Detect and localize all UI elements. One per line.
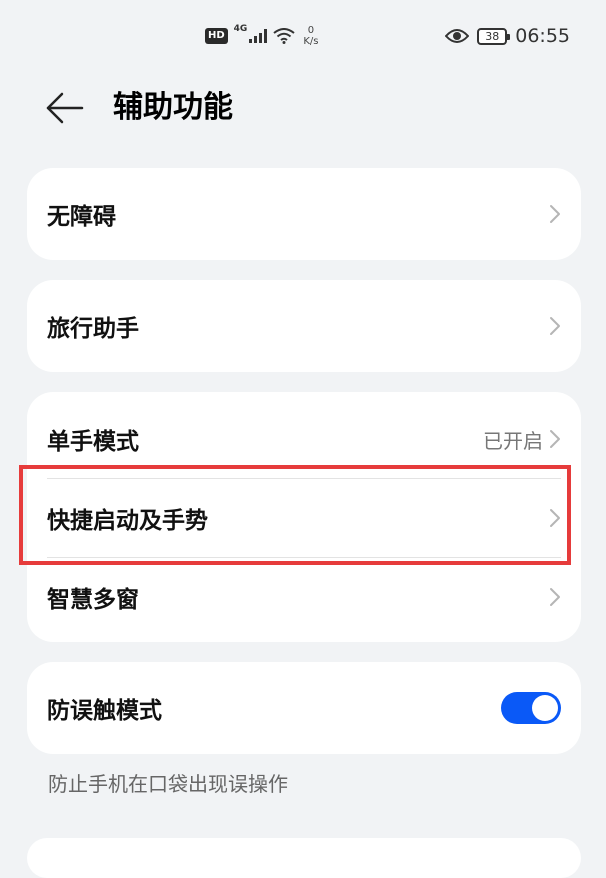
battery-icon: 38: [477, 27, 511, 45]
eye-icon: [445, 29, 470, 43]
chevron-right-icon: [550, 430, 560, 448]
accidental-touch-toggle[interactable]: [501, 692, 561, 724]
arrow-left-icon: [46, 92, 84, 124]
setting-label: 无障碍: [47, 204, 116, 230]
setting-label: 防误触模式: [47, 698, 162, 724]
setting-travel-assistant[interactable]: 旅行助手: [27, 280, 581, 372]
setting-smart-multi-window[interactable]: 智慧多窗: [27, 558, 581, 636]
toggle-knob: [532, 695, 558, 721]
settings-group-1: 无障碍: [27, 168, 581, 260]
setting-status: 已开启: [483, 428, 543, 453]
network-type: 4G: [233, 24, 248, 34]
setting-label: 旅行助手: [47, 316, 139, 342]
status-center: HD 4G 0 K/s: [205, 22, 318, 50]
speed-unit: K/s: [303, 36, 319, 47]
wifi-icon: [273, 28, 295, 44]
chevron-right-icon: [550, 205, 560, 223]
settings-group-5: [27, 838, 581, 878]
chevron-right-icon: [550, 588, 560, 606]
settings-group-2: 旅行助手: [27, 280, 581, 372]
status-bar: HD 4G 0 K/s 38 06:55: [0, 0, 606, 70]
setting-accidental-touch-prevention[interactable]: 防误触模式: [27, 662, 581, 754]
settings-group-3: 单手模式 已开启 快捷启动及手势 智慧多窗: [27, 392, 581, 642]
signal-icon: [249, 29, 268, 43]
setting-accessibility[interactable]: 无障碍: [27, 168, 581, 260]
speed-value: 0: [307, 25, 315, 36]
setting-label: 智慧多窗: [47, 587, 139, 613]
page-title: 辅助功能: [113, 90, 233, 125]
chevron-right-icon: [550, 509, 560, 527]
setting-one-hand-mode[interactable]: 单手模式 已开启: [27, 392, 581, 478]
network-speed: 0 K/s: [303, 25, 318, 47]
setting-description: 防止手机在口袋出现误操作: [48, 772, 288, 796]
status-right: 38 06:55: [445, 22, 570, 50]
setting-label: 单手模式: [47, 429, 139, 455]
setting-shortcuts-gestures[interactable]: 快捷启动及手势: [27, 478, 581, 558]
settings-group-4: 防误触模式: [27, 662, 581, 754]
setting-label: 快捷启动及手势: [47, 508, 208, 534]
chevron-right-icon: [550, 317, 560, 335]
back-button[interactable]: [44, 88, 88, 128]
battery-level: 38: [485, 29, 500, 43]
hd-icon: HD: [205, 28, 228, 44]
clock: 06:55: [515, 25, 570, 47]
